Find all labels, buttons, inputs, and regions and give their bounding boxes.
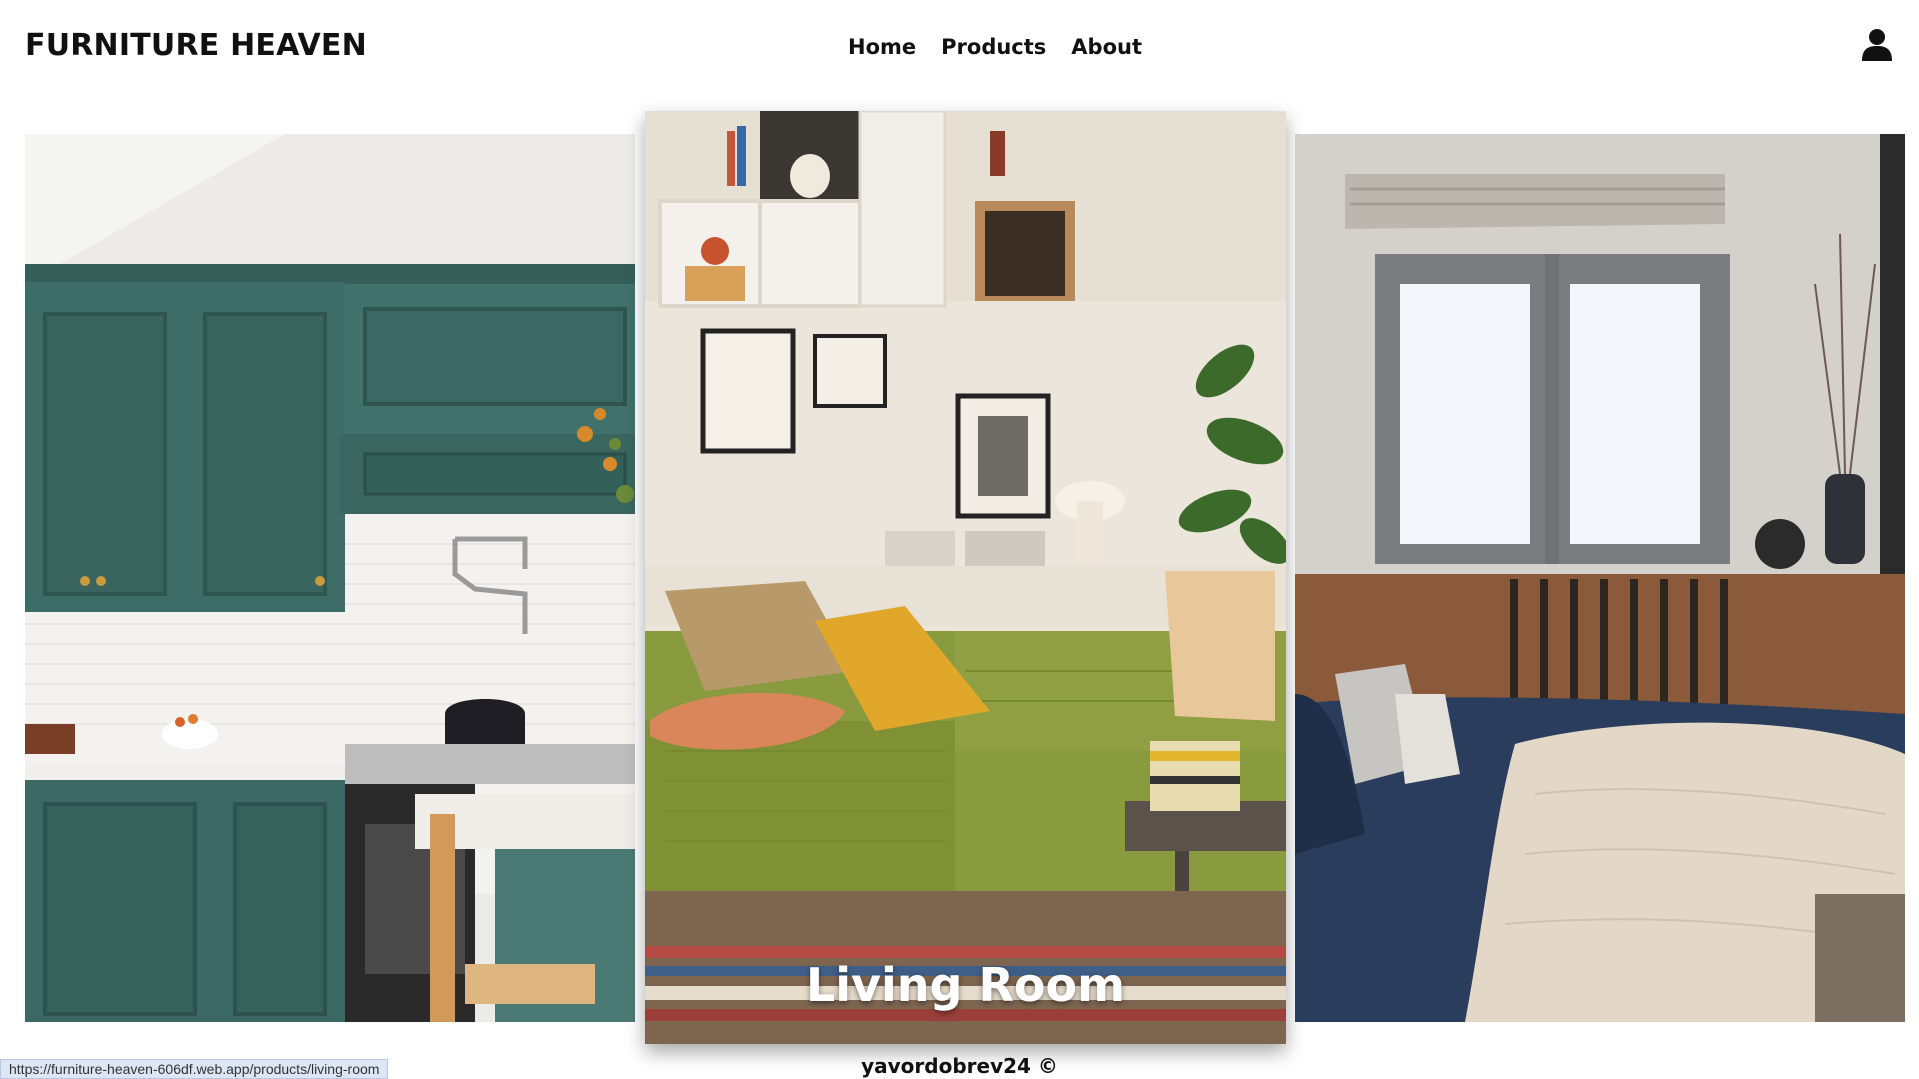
nav-about[interactable]: About <box>1071 35 1142 59</box>
main-nav: Home Products About <box>848 35 1142 59</box>
nav-home[interactable]: Home <box>848 35 916 59</box>
bedroom-image <box>1295 134 1905 1022</box>
category-card-living-room[interactable]: Living Room <box>645 111 1286 1044</box>
category-card-bedroom[interactable] <box>1295 134 1905 1022</box>
living-room-image <box>645 111 1286 1044</box>
kitchen-image <box>25 134 635 1022</box>
category-card-kitchen[interactable] <box>25 134 635 1022</box>
status-bar-url: https://furniture-heaven-606df.web.app/p… <box>0 1059 389 1079</box>
category-title: Living Room <box>805 958 1126 1012</box>
nav-products[interactable]: Products <box>941 35 1046 59</box>
user-icon[interactable] <box>1860 28 1894 62</box>
brand-logo[interactable]: FURNITURE HEAVEN <box>25 28 367 63</box>
